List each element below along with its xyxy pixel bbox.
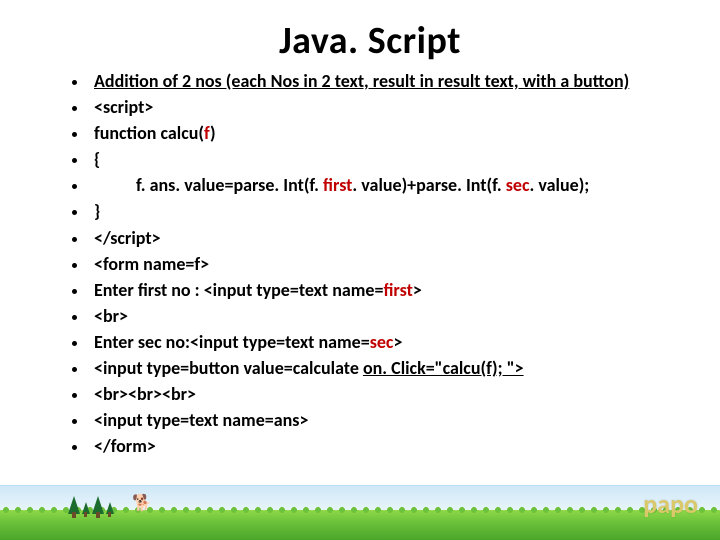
bullet-text: > (393, 331, 402, 353)
bullet-red: sec (370, 331, 394, 353)
list-item: { (88, 146, 680, 172)
bullet-red: first (383, 279, 412, 301)
bullet-text: } (94, 200, 100, 222)
bullet-text: </script> (94, 227, 161, 249)
list-item: function calcu(f) (88, 120, 680, 146)
bullet-text: Addition of 2 nos (each Nos in 2 text, r… (94, 70, 629, 92)
sky-band (0, 485, 720, 512)
bullet-text: > (413, 279, 422, 301)
bullet-text: function calcu( (94, 122, 204, 144)
list-item: Enter first no : <input type=text name=f… (88, 277, 680, 303)
list-item: } (88, 198, 680, 224)
list-item: <br><br><br> (88, 381, 680, 407)
bullet-text: f. ans. value=parse. Int(f. (136, 174, 323, 196)
bullet-text: <br><br><br> (94, 383, 196, 405)
list-item: </script> (88, 225, 680, 251)
bullet-text: . value)+parse. Int(f. (352, 174, 505, 196)
list-item: Addition of 2 nos (each Nos in 2 text, r… (88, 68, 680, 94)
footer-decoration: 🐕 papo (0, 470, 720, 540)
bullet-text: ) (210, 122, 216, 144)
bullet-text: . value); (530, 174, 590, 196)
bullet-red: sec (506, 174, 530, 196)
dog-icon: 🐕 (132, 496, 152, 512)
list-item: <br> (88, 303, 680, 329)
list-item: </form> (88, 433, 680, 459)
slide-title: Java. Script (60, 18, 680, 64)
bullet-text: <form name=f> (94, 253, 209, 275)
bullet-text: <script> (94, 96, 153, 118)
tree-icon (92, 496, 104, 514)
grass-band (0, 510, 720, 540)
tree-icon (82, 502, 90, 514)
tree-icon (106, 502, 114, 514)
footer-label: papo (643, 488, 698, 520)
trees-icon (68, 496, 114, 514)
list-item: <form name=f> (88, 251, 680, 277)
bullet-text: Enter first no : <input type=text name= (94, 279, 383, 301)
bullet-text: { (94, 148, 100, 170)
list-item: <input type=button value=calculate on. C… (88, 355, 680, 381)
list-item: f. ans. value=parse. Int(f. first. value… (88, 172, 680, 198)
bullet-text: <input type=button value=calculate (94, 357, 363, 379)
slide: Java. Script Addition of 2 nos (each Nos… (0, 0, 720, 540)
bullet-text: Enter sec no:<input type=text name= (94, 331, 370, 353)
bullet-red: first (323, 174, 352, 196)
bullet-text: <br> (94, 305, 128, 327)
tree-icon (68, 496, 80, 514)
bullet-list: Addition of 2 nos (each Nos in 2 text, r… (60, 68, 680, 459)
list-item: <input type=text name=ans> (88, 407, 680, 433)
list-item: <script> (88, 94, 680, 120)
bullet-text: <input type=text name=ans> (94, 409, 308, 431)
list-item: Enter sec no:<input type=text name=sec> (88, 329, 680, 355)
bullet-bold-underline: on. Click="calcu(f); "> (363, 357, 524, 379)
bullet-text: </form> (94, 435, 156, 457)
